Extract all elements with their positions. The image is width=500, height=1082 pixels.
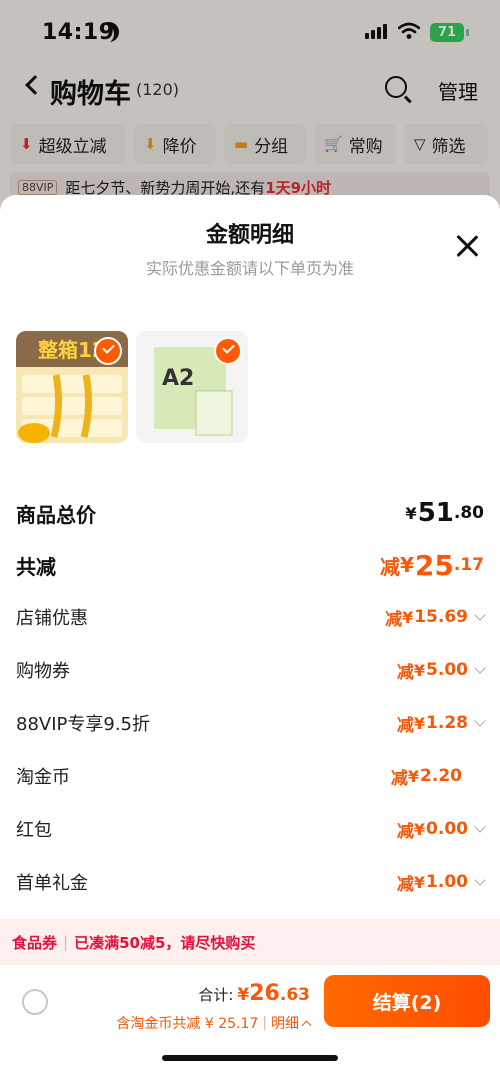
row-label: 红包 <box>16 820 52 841</box>
chevron-down-icon <box>474 661 486 674</box>
checked-icon <box>94 337 122 365</box>
row-value: ¥51.80 <box>405 498 484 528</box>
total-reduce-row: 共减 减 ¥25.17 <box>16 545 484 585</box>
discount-row-redpacket[interactable]: 红包 减 ¥0.00 <box>16 809 486 849</box>
chevron-up-icon <box>301 1020 312 1030</box>
row-value: 减 ¥25.17 <box>379 548 484 582</box>
discount-summary[interactable]: 含淘金币共减 ¥ 25.17 | 明细 <box>116 1013 312 1033</box>
sheet-title: 金额明细 <box>205 223 294 248</box>
row-value: 减 ¥2.20 <box>390 766 462 789</box>
total-label: 合计: <box>198 986 234 1004</box>
product-thumbnail[interactable]: A2 <box>136 331 248 443</box>
checked-icon <box>214 337 242 365</box>
row-label: 88VIP专享9.5折 <box>16 714 151 735</box>
chevron-down-icon <box>474 873 486 886</box>
discount-row-coins: 淘金币 减 ¥2.20 <box>16 756 484 796</box>
divider: | <box>63 933 69 951</box>
discount-row-first-order[interactable]: 首单礼金 减 ¥1.00 <box>16 862 486 902</box>
coupon-text: 已凑满50减5，请尽快购买 <box>74 933 256 952</box>
row-label: 商品总价 <box>16 502 96 527</box>
row-label: 店铺优惠 <box>16 608 88 629</box>
checkout-button[interactable]: 结算(2) <box>324 975 490 1027</box>
chevron-down-icon <box>474 820 486 833</box>
row-value: 减 ¥1.28 <box>397 711 486 736</box>
row-value: 减 ¥1.00 <box>397 870 486 895</box>
divider: | <box>262 1015 267 1031</box>
discount-row-shop[interactable]: 店铺优惠 减 ¥15.69 <box>16 597 486 637</box>
amount-detail-sheet: 金额明细 实际优惠金额请以下单页为准 整箱12 A2 商品总价 ¥51.80 共… <box>0 195 500 1082</box>
row-label: 淘金币 <box>16 767 70 788</box>
row-label: 首单礼金 <box>16 873 88 894</box>
subtotal-row: 商品总价 ¥51.80 <box>16 493 484 533</box>
product-image-text: A2 <box>162 366 194 391</box>
total-amount: ¥26.63 <box>237 981 310 1006</box>
food-coupon-strip[interactable]: 食品券 | 已凑满50减5，请尽快购买 <box>0 919 500 965</box>
detail-link[interactable]: 明细 <box>271 1013 299 1033</box>
discount-row-voucher[interactable]: 购物券 减 ¥5.00 <box>16 650 486 690</box>
row-label: 购物券 <box>16 661 70 682</box>
total-line: 合计: ¥26.63 <box>198 981 310 1006</box>
close-icon[interactable] <box>454 233 480 259</box>
checkout-footer: 合计: ¥26.63 含淘金币共减 ¥ 25.17 | 明细 结算(2) <box>0 965 500 1082</box>
coupon-tag: 食品券 <box>12 933 58 952</box>
discount-row-vip[interactable]: 88VIP专享9.5折 减 ¥1.28 <box>16 703 486 743</box>
select-all-radio[interactable] <box>22 989 48 1015</box>
discount-text: 含淘金币共减 ¥ 25.17 <box>116 1016 259 1032</box>
row-value: 减 ¥5.00 <box>397 658 486 683</box>
row-value: 减 ¥15.69 <box>385 605 486 630</box>
product-thumbnail[interactable]: 整箱12 <box>16 331 128 443</box>
row-label: 共减 <box>16 554 56 579</box>
chevron-down-icon <box>474 714 486 727</box>
home-indicator <box>162 1055 338 1061</box>
sheet-subtitle: 实际优惠金额请以下单页为准 <box>145 259 354 278</box>
chevron-down-icon <box>474 608 486 621</box>
row-value: 减 ¥0.00 <box>397 817 486 842</box>
